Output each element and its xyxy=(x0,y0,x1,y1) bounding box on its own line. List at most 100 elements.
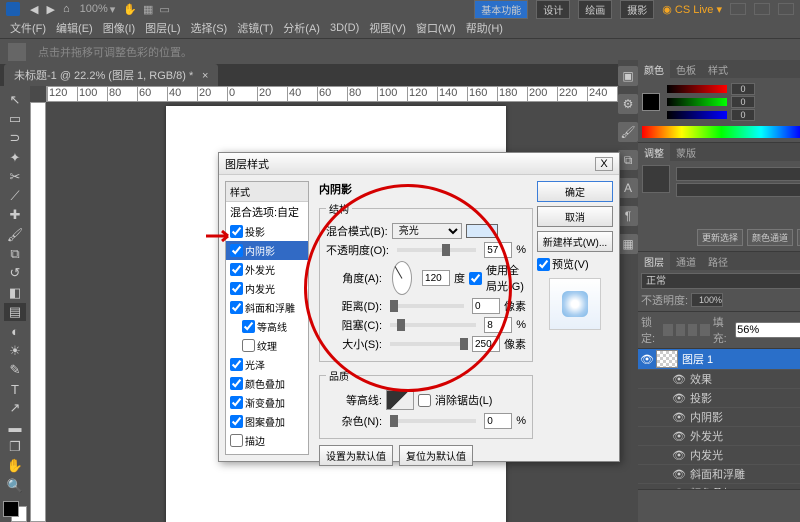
tab-styles[interactable]: 样式 xyxy=(702,60,734,78)
style-checkbox[interactable] xyxy=(242,320,255,333)
angle-input[interactable] xyxy=(422,270,450,286)
window-maximize-icon[interactable] xyxy=(754,3,770,15)
menu-3d[interactable]: 3D(D) xyxy=(326,20,363,36)
window-minimize-icon[interactable] xyxy=(730,3,746,15)
path-tool-icon[interactable]: ↗ xyxy=(4,400,26,417)
tab-masks[interactable]: 蒙版 xyxy=(670,143,702,161)
layer-row[interactable]: 👁 图层 1 xyxy=(638,349,800,370)
clone-panel-icon[interactable]: ⧉ xyxy=(618,150,638,170)
tab-swatches[interactable]: 色板 xyxy=(670,60,702,78)
zoom-dropdown-icon[interactable]: ▾ xyxy=(110,3,116,16)
fill-input[interactable] xyxy=(735,322,800,338)
style-item[interactable]: 颜色叠加 xyxy=(226,374,308,393)
nav-home-icon[interactable]: ⌂ xyxy=(61,3,72,15)
nav-fwd-icon[interactable]: ▶ xyxy=(44,3,56,16)
effect-row[interactable]: 👁外发光 xyxy=(638,427,800,446)
style-item[interactable]: 斜面和浮雕 xyxy=(226,298,308,317)
style-checkbox[interactable] xyxy=(230,301,243,314)
blending-options-item[interactable]: 混合选项:自定 xyxy=(226,202,308,222)
style-item[interactable]: 内阴影 xyxy=(226,241,308,260)
hand-tool-icon[interactable]: ✋ xyxy=(4,458,26,475)
zoom-level[interactable]: 100% xyxy=(80,3,108,15)
r-slider[interactable] xyxy=(667,85,727,93)
wand-tool-icon[interactable]: ✦ xyxy=(4,149,26,166)
g-input[interactable] xyxy=(731,96,755,108)
blend-mode-select[interactable]: 正常 xyxy=(641,273,800,289)
current-tool-icon[interactable] xyxy=(8,43,26,61)
crop-tool-icon[interactable]: ✂ xyxy=(4,168,26,185)
swatches-panel-icon[interactable]: ▦ xyxy=(618,234,638,254)
style-item[interactable]: 描边 xyxy=(226,431,308,450)
lasso-tool-icon[interactable]: ⊃ xyxy=(4,130,26,147)
style-item[interactable]: 图案叠加 xyxy=(226,412,308,431)
distance-slider[interactable] xyxy=(390,304,464,308)
style-checkbox[interactable] xyxy=(230,263,243,276)
choke-slider[interactable] xyxy=(390,323,476,327)
visibility-icon[interactable]: 👁 xyxy=(672,486,686,489)
visibility-icon[interactable]: 👁 xyxy=(672,410,686,424)
view-tool-icon[interactable]: ▦ xyxy=(143,3,153,16)
actions-panel-icon[interactable]: ⚙ xyxy=(618,94,638,114)
style-item[interactable]: 渐变叠加 xyxy=(226,393,308,412)
visibility-icon[interactable]: 👁 xyxy=(672,429,686,443)
style-checkbox[interactable] xyxy=(230,434,243,447)
document-tab[interactable]: 未标题-1 @ 22.2% (图层 1, RGB/8) * × xyxy=(4,64,218,86)
global-light-checkbox[interactable] xyxy=(469,272,482,285)
tab-layers[interactable]: 图层 xyxy=(638,252,670,270)
marquee-tool-icon[interactable]: ▭ xyxy=(4,110,26,127)
distance-input[interactable] xyxy=(472,298,500,314)
eraser-tool-icon[interactable]: ◧ xyxy=(4,284,26,301)
cslive-button[interactable]: ◉ CS Live ▾ xyxy=(662,3,722,16)
visibility-icon[interactable]: 👁 xyxy=(640,352,654,366)
opacity-input[interactable] xyxy=(484,242,512,258)
style-item[interactable]: 内发光 xyxy=(226,279,308,298)
lock-all-icon[interactable] xyxy=(700,324,709,336)
screen-mode-icon[interactable]: ▭ xyxy=(159,3,169,16)
gradient-tool-icon[interactable]: ▤ xyxy=(4,303,26,320)
effects-row[interactable]: 👁 效果 xyxy=(638,370,800,389)
g-slider[interactable] xyxy=(667,98,727,106)
style-item[interactable]: 投影 xyxy=(226,222,308,241)
dialog-close-icon[interactable]: X xyxy=(595,157,613,171)
dodge-tool-icon[interactable]: ☀ xyxy=(4,342,26,359)
para-panel-icon[interactable]: ¶ xyxy=(618,206,638,226)
style-item[interactable]: 纹理 xyxy=(226,336,308,355)
menu-edit[interactable]: 编辑(E) xyxy=(52,18,97,38)
update-selection-button[interactable]: 更新选择 xyxy=(697,229,743,246)
eyedropper-tool-icon[interactable]: ⟋ xyxy=(4,187,26,204)
adjustment-field-2[interactable] xyxy=(676,183,800,197)
menu-view[interactable]: 视图(V) xyxy=(365,18,410,38)
b-input[interactable] xyxy=(731,109,755,121)
tab-paths[interactable]: 路径 xyxy=(702,252,734,270)
visibility-icon[interactable]: 👁 xyxy=(672,448,686,462)
menu-window[interactable]: 窗口(W) xyxy=(412,18,460,38)
angle-dial[interactable] xyxy=(392,261,412,295)
workspace-design-button[interactable]: 设计 xyxy=(536,0,570,19)
shape-tool-icon[interactable]: ▬ xyxy=(4,419,26,436)
nav-back-icon[interactable]: ◀ xyxy=(28,3,40,16)
size-input[interactable] xyxy=(472,336,500,352)
brush-panel-icon[interactable]: 🖌 xyxy=(618,122,638,142)
window-close-icon[interactable] xyxy=(778,3,794,15)
menu-filter[interactable]: 滤镜(T) xyxy=(233,18,277,38)
style-checkbox[interactable] xyxy=(230,377,243,390)
workspace-photo-button[interactable]: 摄影 xyxy=(620,0,654,19)
zoom-tool-icon[interactable]: 🔍 xyxy=(4,477,26,494)
lock-position-icon[interactable] xyxy=(688,324,697,336)
style-checkbox[interactable] xyxy=(230,244,243,257)
move-tool-icon[interactable]: ↖ xyxy=(4,91,26,108)
visibility-icon[interactable]: 👁 xyxy=(672,372,686,386)
tab-adjustments[interactable]: 调整 xyxy=(638,143,670,161)
ok-button[interactable]: 确定 xyxy=(537,181,613,202)
color-channel-button[interactable]: 颜色通道 xyxy=(747,229,793,246)
brush-tool-icon[interactable]: 🖌 xyxy=(4,226,26,243)
preview-checkbox[interactable] xyxy=(537,258,550,271)
pen-tool-icon[interactable]: ✎ xyxy=(4,361,26,378)
menu-select[interactable]: 选择(S) xyxy=(187,18,232,38)
style-checkbox[interactable] xyxy=(230,358,243,371)
menu-analysis[interactable]: 分析(A) xyxy=(279,18,324,38)
style-list-header[interactable]: 样式 xyxy=(226,182,308,202)
menu-file[interactable]: 文件(F) xyxy=(6,18,50,38)
style-checkbox[interactable] xyxy=(242,339,255,352)
noise-input[interactable] xyxy=(484,413,512,429)
